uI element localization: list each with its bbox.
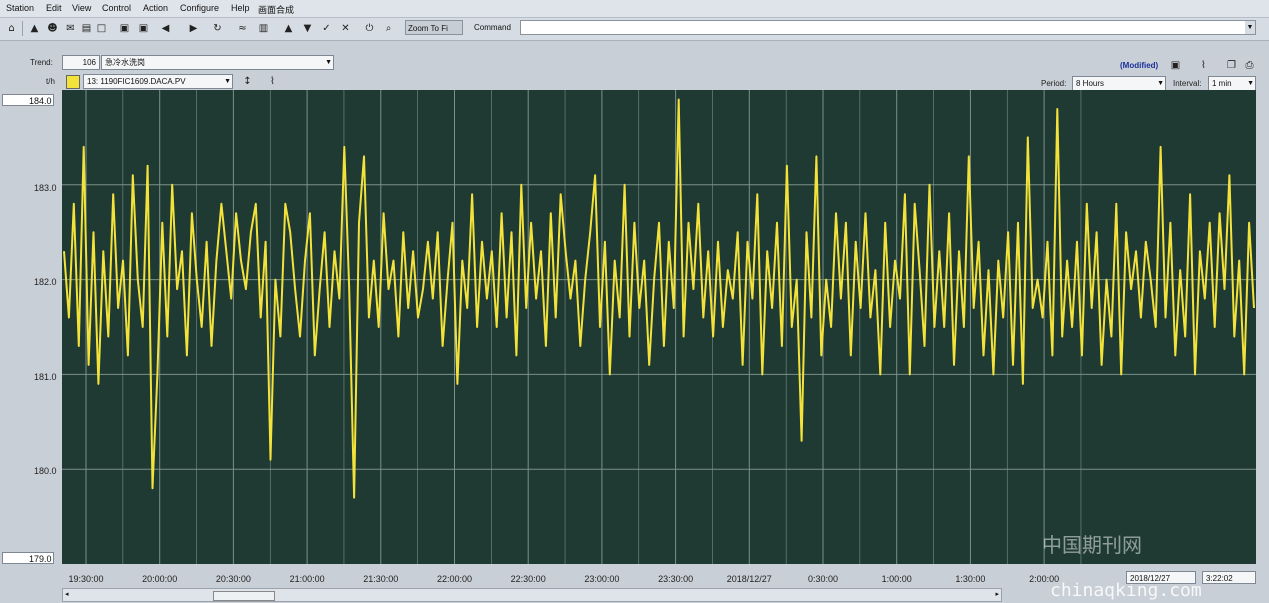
x-tick-label: 21:00:00 [289,574,325,584]
x-tick-label: 20:30:00 [215,574,251,584]
power-icon[interactable]: ⏻ [362,21,377,36]
pen-select[interactable]: 13: 1190FIC1609.DACA.PV ▼ [83,74,233,89]
end-date-field[interactable]: 2018/12/27 [1126,571,1196,584]
check-icon[interactable]: ✓ [319,21,334,36]
print-icon[interactable]: ⎙ [1242,58,1257,73]
command-input[interactable]: ▼ [520,20,1256,35]
trend-icon[interactable]: ≈ [235,21,250,36]
chevron-down-icon[interactable]: ▼ [1245,21,1255,34]
pen-color-swatch[interactable] [66,75,80,89]
menu-edit[interactable]: Edit [46,3,62,13]
x-tick-label: 0:30:00 [807,574,839,584]
menu-configure[interactable]: Configure [180,3,219,13]
plot-background [62,90,1256,564]
home-icon[interactable]: ⌂ [4,21,19,36]
x-tick-label: 22:30:00 [510,574,546,584]
y-min-value: 179.0 [29,554,52,564]
y-tick-label: 182.0 [34,277,57,287]
chevron-down-icon: ▼ [1157,80,1164,87]
y-tick-label: 180.0 [34,466,57,476]
save-icon[interactable]: ▣ [1168,58,1183,73]
page-up-icon[interactable]: ▣ [136,21,151,36]
lower-icon[interactable]: ▼ [300,21,315,36]
refresh-icon[interactable]: ↻ [210,21,225,36]
chevron-down-icon: ▼ [325,59,332,66]
page-down-icon[interactable]: ▣ [117,21,132,36]
back-icon[interactable]: ◀ [158,21,173,36]
end-time-value: 3:22:02 [1206,574,1233,583]
interval-value: 1 min [1212,79,1232,88]
trend-name: 急冷水洗岗 [105,58,145,67]
period-select[interactable]: 8 Hours ▼ [1072,76,1166,91]
watermark-cn: 中国期刊网 [1042,533,1142,557]
x-tick-label: 23:30:00 [658,574,694,584]
zoom-select[interactable]: Zoom To Fi [405,20,463,35]
trend-name-select[interactable]: 急冷水洗岗 ▼ [101,55,334,70]
time-scrollbar[interactable]: ◂ ▸ [62,588,1002,602]
axis-scale-icon[interactable]: ↕ [240,74,255,89]
window-icon[interactable]: □ [94,21,109,36]
report-icon[interactable]: ▤ [79,21,94,36]
x-tick-label: 1:00:00 [881,574,912,584]
x-tick-label: 23:00:00 [584,574,620,584]
menu-control[interactable]: Control [102,3,131,13]
x-tick-label: 2018/12/27 [726,574,772,584]
period-label: Period: [1041,79,1067,88]
y-min-field[interactable]: 179.0 [2,552,54,564]
menu-station[interactable]: Station [6,3,34,13]
menu-bar: Station Edit View Control Action Configu… [0,0,1269,18]
scroll-left-icon[interactable]: ◂ [65,590,69,598]
zoom-select-value: Zoom To Fi [408,24,448,33]
period-value: 8 Hours [1076,79,1105,88]
pen-tag: 13: 1190FIC1609.DACA.PV [87,77,186,86]
command-label: Command [474,23,511,32]
trend-plot[interactable]: 中国期刊网 [62,90,1256,564]
end-time-field[interactable]: 3:22:02 [1202,571,1256,584]
chevron-down-icon: ▼ [224,78,231,85]
interval-select[interactable]: 1 min ▼ [1208,76,1256,91]
y-tick-label: 181.0 [34,372,57,382]
y-max-field[interactable]: 184.0 [2,94,54,106]
x-tick-label: 21:30:00 [363,574,399,584]
menu-display-compose[interactable]: 画面合成 [258,3,294,16]
interval-label: Interval: [1173,79,1202,88]
scroll-thumb[interactable] [213,591,275,601]
plot-style-icon[interactable]: ⌇ [265,74,280,89]
trend-label: Trend: [30,58,53,67]
x-tick-label: 19:30:00 [68,574,104,584]
raise-icon[interactable]: ▲ [281,21,296,36]
menu-action[interactable]: Action [143,3,168,13]
unit-label: t/h [46,77,55,86]
trend-number-field[interactable]: 106 [62,55,100,70]
chart-type-icon[interactable]: ⌇ [1196,58,1211,73]
search-icon[interactable]: ⌕ [381,21,396,36]
end-date-value: 2018/12/27 [1130,574,1171,583]
y-max-value: 184.0 [29,96,52,106]
operator-icon[interactable]: ☻ [45,21,60,36]
x-tick-label: 22:00:00 [436,574,473,584]
x-tick-label: 1:30:00 [955,574,986,584]
toolbar-divider [22,21,23,36]
cancel-icon[interactable]: ✕ [338,21,353,36]
group-icon[interactable]: ▥ [256,21,271,36]
trend-number: 106 [82,58,96,67]
x-tick-label: 20:00:00 [142,574,178,584]
menu-help[interactable]: Help [231,3,250,13]
chevron-down-icon: ▼ [1247,80,1254,87]
scroll-right-icon[interactable]: ▸ [995,590,999,598]
modified-status: (Modified) [1120,61,1159,70]
menu-view[interactable]: View [72,3,91,13]
copy-icon[interactable]: ❐ [1224,58,1239,73]
message-icon[interactable]: ✉ [63,21,78,36]
forward-icon[interactable]: ▶ [186,21,201,36]
alarm-icon[interactable]: ▲ [27,21,42,36]
y-tick-label: 183.0 [34,183,57,193]
